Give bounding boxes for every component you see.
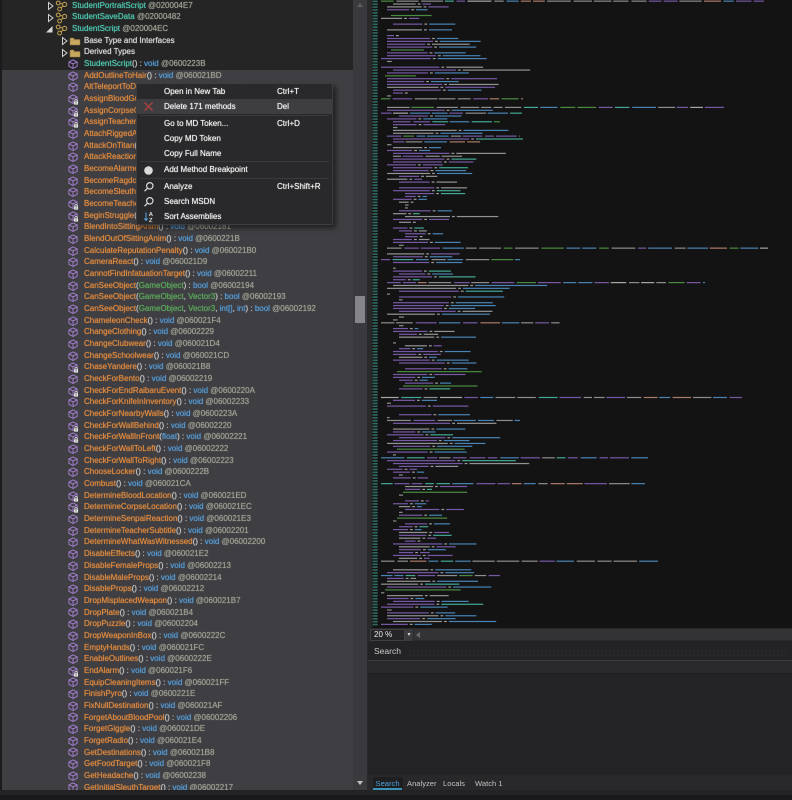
- svg-text:Z: Z: [149, 218, 153, 223]
